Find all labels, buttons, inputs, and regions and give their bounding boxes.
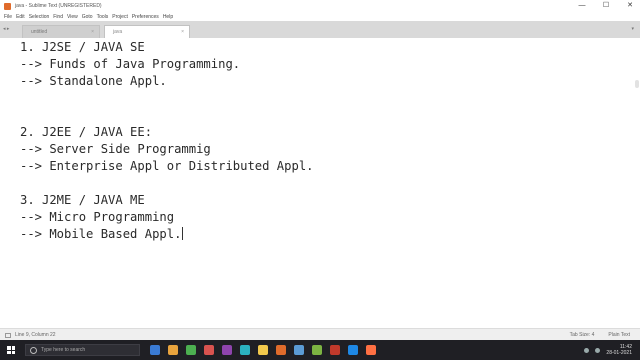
code-line: 3. J2ME / JAVA ME: [20, 193, 145, 207]
code-line-text: --> Mobile Based Appl.: [20, 227, 182, 241]
text-caret: [182, 227, 184, 240]
maximize-button[interactable]: ☐: [602, 0, 610, 12]
tab-close-icon[interactable]: ×: [181, 29, 184, 35]
taskbar-app-icon[interactable]: [222, 345, 232, 355]
minimize-button[interactable]: —: [578, 0, 586, 12]
status-right: Tab Size: 4 Plain Text: [570, 332, 630, 338]
minimap-scroll-thumb[interactable]: [635, 80, 639, 88]
menu-find[interactable]: Find: [53, 14, 63, 20]
menu-tools[interactable]: Tools: [97, 14, 109, 20]
code-line: --> Standalone Appl.: [20, 74, 167, 88]
taskbar-app-icon[interactable]: [276, 345, 286, 355]
cursor-position: Line 9, Column 22: [15, 332, 56, 338]
tab-nav-arrows[interactable]: ◂ ▸: [3, 26, 9, 32]
taskbar-search[interactable]: Type here to search: [25, 344, 140, 356]
menu-edit[interactable]: Edit: [16, 14, 25, 20]
code-line: --> Micro Programming: [20, 210, 175, 224]
taskbar-app-icon[interactable]: [186, 345, 196, 355]
close-button[interactable]: ✕: [626, 0, 634, 12]
menu-file[interactable]: File: [4, 14, 12, 20]
taskbar: Type here to search 11:42 28-01-2021: [0, 340, 640, 360]
taskbar-app-icon[interactable]: [240, 345, 250, 355]
tab-java[interactable]: java ×: [104, 25, 190, 38]
window-controls: — ☐ ✕: [578, 0, 634, 12]
taskbar-app-icon[interactable]: [294, 345, 304, 355]
system-tray: 11:42 28-01-2021: [584, 344, 632, 356]
panel-toggle-icon[interactable]: [5, 332, 11, 338]
menu-goto[interactable]: Goto: [82, 14, 93, 20]
menu-bar: File Edit Selection Find View Goto Tools…: [0, 12, 640, 21]
windows-start-icon[interactable]: [7, 346, 15, 354]
tab-bar: ◂ ▸ untitled × java × ▾: [0, 21, 640, 39]
code-line: --> Enterprise Appl or Distributed Appl.: [20, 159, 314, 173]
taskbar-app-icon[interactable]: [366, 345, 376, 355]
taskbar-app-icon[interactable]: [168, 345, 178, 355]
tab-close-icon[interactable]: ×: [91, 29, 94, 35]
menu-preferences[interactable]: Preferences: [132, 14, 159, 20]
network-icon[interactable]: [584, 347, 590, 353]
code-line-current: --> Mobile Based Appl.: [20, 227, 184, 242]
window-title: java - Sublime Text (UNREGISTERED): [15, 3, 102, 9]
code-editor[interactable]: 1. J2SE / JAVA SE --> Funds of Java Prog…: [0, 38, 640, 328]
syntax-setting[interactable]: Plain Text: [608, 332, 630, 338]
clock[interactable]: 11:42 28-01-2021: [606, 344, 632, 356]
code-line: --> Server Side Programmig: [20, 142, 211, 156]
tab-untitled[interactable]: untitled ×: [22, 25, 100, 38]
search-icon: [30, 346, 37, 354]
taskbar-app-icon[interactable]: [312, 345, 322, 355]
taskbar-apps: [150, 345, 376, 355]
code-line: 1. J2SE / JAVA SE: [20, 40, 145, 54]
taskbar-app-icon[interactable]: [258, 345, 268, 355]
taskbar-app-icon[interactable]: [330, 345, 340, 355]
volume-icon[interactable]: [595, 347, 601, 353]
menu-view[interactable]: View: [67, 14, 78, 20]
search-placeholder: Type here to search: [41, 347, 86, 353]
taskbar-app-icon[interactable]: [150, 345, 160, 355]
code-line: --> Funds of Java Programming.: [20, 57, 241, 71]
tab-list-dropdown-icon[interactable]: ▾: [631, 26, 634, 32]
taskbar-app-icon[interactable]: [204, 345, 214, 355]
sublime-app-icon: [4, 2, 11, 10]
menu-project[interactable]: Project: [112, 14, 128, 20]
tab-label: untitled: [31, 29, 48, 35]
code-line: 2. J2EE / JAVA EE:: [20, 125, 153, 139]
tab-label: java: [113, 29, 123, 35]
clock-date: 28-01-2021: [606, 350, 632, 356]
taskbar-app-icon[interactable]: [348, 345, 358, 355]
tab-size-setting[interactable]: Tab Size: 4: [570, 332, 595, 338]
menu-help[interactable]: Help: [163, 14, 173, 20]
menu-selection[interactable]: Selection: [29, 14, 50, 20]
